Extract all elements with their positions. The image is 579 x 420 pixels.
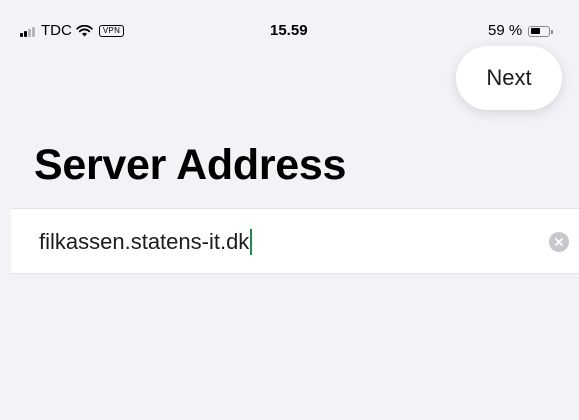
battery-icon bbox=[528, 25, 554, 37]
vpn-badge: VPN bbox=[98, 25, 125, 37]
battery-percentage: 59 % bbox=[488, 22, 523, 39]
text-caret bbox=[250, 229, 253, 255]
clear-button[interactable] bbox=[549, 232, 569, 252]
battery-fill bbox=[530, 28, 541, 34]
server-address-input[interactable]: filkassen.statens-it.dk bbox=[39, 229, 253, 255]
clear-circle-icon bbox=[555, 238, 563, 246]
next-button[interactable]: Next bbox=[456, 46, 562, 110]
status-left: TDC VPN bbox=[20, 22, 125, 40]
cellular-signal-icon bbox=[20, 26, 36, 37]
status-time: 15.59 bbox=[270, 22, 308, 39]
page-title: Server Address bbox=[34, 141, 347, 189]
server-address-field[interactable]: filkassen.statens-it.dk bbox=[11, 208, 579, 274]
wifi-icon bbox=[76, 25, 93, 37]
status-right: 59 % bbox=[488, 22, 554, 40]
server-address-value: filkassen.statens-it.dk bbox=[39, 229, 250, 254]
battery-cap bbox=[551, 29, 554, 34]
carrier-name: TDC bbox=[41, 22, 72, 39]
